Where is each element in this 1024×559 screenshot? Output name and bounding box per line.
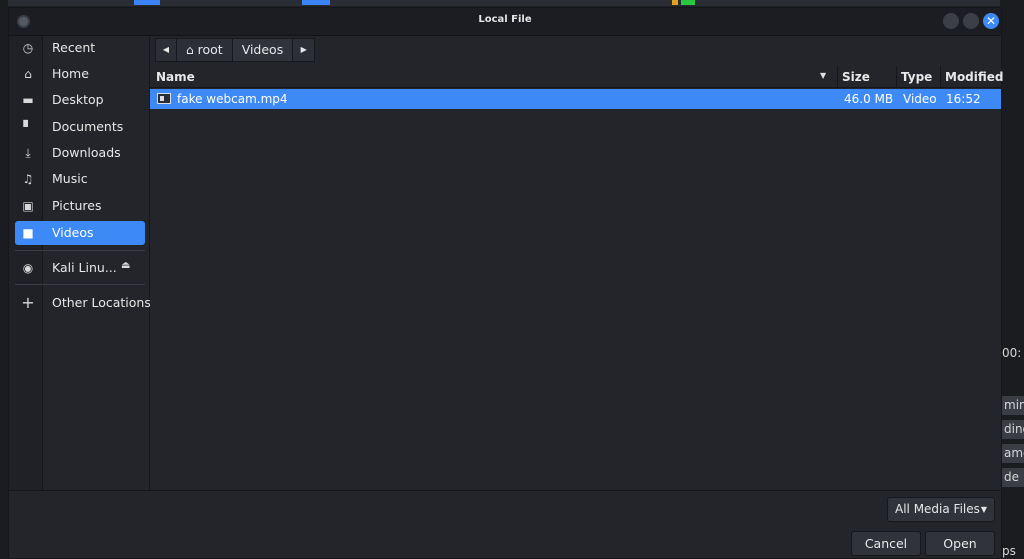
path-segment-label: root	[197, 42, 223, 57]
file-list-header: Name ▼ Size Type Modified	[150, 66, 1004, 88]
column-header-size[interactable]: Size	[842, 70, 870, 84]
background-tab-indicator	[302, 0, 330, 5]
open-button[interactable]: Open	[925, 531, 995, 556]
close-button[interactable]: ✕	[983, 13, 999, 29]
disc-icon: ◉	[22, 261, 34, 275]
sidebar-item-desktop[interactable]: ▬ Desktop	[15, 88, 145, 112]
sidebar-item-kali-drive[interactable]: ◉ Kali Linu... ⏏	[15, 256, 145, 280]
file-size: 46.0 MB	[844, 92, 894, 106]
sidebar-item-label: Recent	[52, 40, 96, 55]
home-icon: ⌂	[186, 43, 194, 57]
background-audio-meter	[672, 0, 678, 5]
minimize-button[interactable]	[943, 13, 959, 29]
breadcrumb: ◀ ⌂ root Videos ▶	[155, 38, 316, 62]
plus-icon: +	[21, 293, 35, 312]
column-header-modified[interactable]: Modified	[945, 70, 1004, 84]
eject-icon[interactable]: ⏏	[121, 260, 130, 271]
background-left-panel	[0, 0, 8, 559]
sidebar-item-recent[interactable]: ◷ Recent	[15, 36, 145, 60]
chevron-left-icon: ◀	[162, 45, 170, 54]
sidebar-item-pictures[interactable]: ▣ Pictures	[15, 194, 145, 218]
file-type-filter[interactable]: All Media Files ▼	[887, 497, 995, 522]
dialog-footer: All Media Files ▼ Cancel Open	[9, 490, 1001, 558]
background-button[interactable]: ming	[1002, 396, 1024, 415]
maximize-button[interactable]	[963, 13, 979, 29]
video-icon: ■	[22, 226, 34, 240]
background-audio-meter	[681, 0, 695, 5]
background-button[interactable]: de	[1002, 468, 1024, 487]
document-icon: ▘	[23, 120, 33, 134]
sidebar-item-label: Music	[52, 171, 88, 186]
chevron-down-icon: ▼	[980, 505, 987, 514]
path-segment-label: Videos	[241, 42, 284, 57]
file-chooser-dialog: Local File ✕ ◷ Recent ⌂ Home ▬ Desktop ▘…	[8, 7, 1004, 559]
path-back-button[interactable]: ◀	[155, 38, 177, 62]
file-list: Name ▼ Size Type Modified fake webcam.mp…	[150, 66, 1004, 490]
table-row[interactable]: fake webcam.mp4 46.0 MB Video 16:52	[150, 89, 1001, 109]
sidebar-item-label: Other Locations	[52, 295, 151, 310]
file-type: Video	[903, 92, 937, 106]
path-forward-button[interactable]: ▶	[293, 38, 316, 62]
sidebar-item-music[interactable]: ♫ Music	[15, 167, 145, 191]
clock-icon: ◷	[22, 41, 34, 55]
background-button[interactable]: ding	[1002, 420, 1024, 439]
download-icon: ⤓	[25, 146, 31, 160]
background-tab-indicator	[134, 0, 160, 5]
sidebar-item-videos[interactable]: ■ Videos	[15, 221, 145, 245]
sidebar-separator	[15, 284, 145, 285]
path-segment-root[interactable]: ⌂ root	[177, 38, 233, 62]
sidebar-item-label: Pictures	[52, 198, 102, 213]
background-button[interactable]: ame	[1002, 444, 1024, 463]
file-modified: 16:52	[946, 92, 981, 106]
window-title: Local File	[478, 14, 532, 25]
path-segment-videos[interactable]: Videos	[232, 38, 294, 62]
sidebar-item-label: Home	[52, 66, 89, 81]
places-sidebar: ◷ Recent ⌂ Home ▬ Desktop ▘ Documents ⤓ …	[9, 36, 151, 490]
close-icon: ✕	[985, 14, 997, 28]
desktop-icon: ▬	[22, 93, 34, 107]
video-file-icon	[157, 93, 171, 104]
sidebar-item-label: Documents	[52, 119, 124, 134]
sidebar-item-documents[interactable]: ▘ Documents	[15, 115, 145, 139]
sidebar-item-other-locations[interactable]: + Other Locations	[15, 291, 151, 315]
titlebar[interactable]: Local File ✕	[9, 8, 1001, 36]
sidebar-item-downloads[interactable]: ⤓ Downloads	[15, 141, 145, 165]
column-header-type[interactable]: Type	[901, 70, 932, 84]
filter-label: All Media Files	[895, 502, 980, 516]
sort-down-icon: ▼	[820, 71, 827, 80]
sidebar-item-label: Videos	[52, 225, 94, 240]
cancel-button[interactable]: Cancel	[851, 531, 921, 556]
sidebar-separator	[15, 250, 145, 251]
sidebar-item-label: Kali Linu...	[52, 260, 117, 275]
column-divider	[940, 66, 941, 88]
home-icon: ⌂	[24, 67, 32, 81]
column-divider	[837, 66, 838, 88]
sidebar-item-label: Desktop	[52, 92, 104, 107]
file-name: fake webcam.mp4	[177, 92, 288, 106]
music-icon: ♫	[22, 172, 34, 186]
chevron-right-icon: ▶	[300, 45, 307, 54]
picture-icon: ▣	[22, 199, 34, 213]
background-time-text: 00:	[1002, 346, 1022, 360]
sidebar-item-label: Downloads	[52, 145, 121, 160]
column-divider	[896, 66, 897, 88]
column-header-name[interactable]: Name	[156, 70, 195, 84]
sidebar-item-home[interactable]: ⌂ Home	[15, 62, 145, 86]
background-bottom-text: ps	[1002, 544, 1016, 558]
